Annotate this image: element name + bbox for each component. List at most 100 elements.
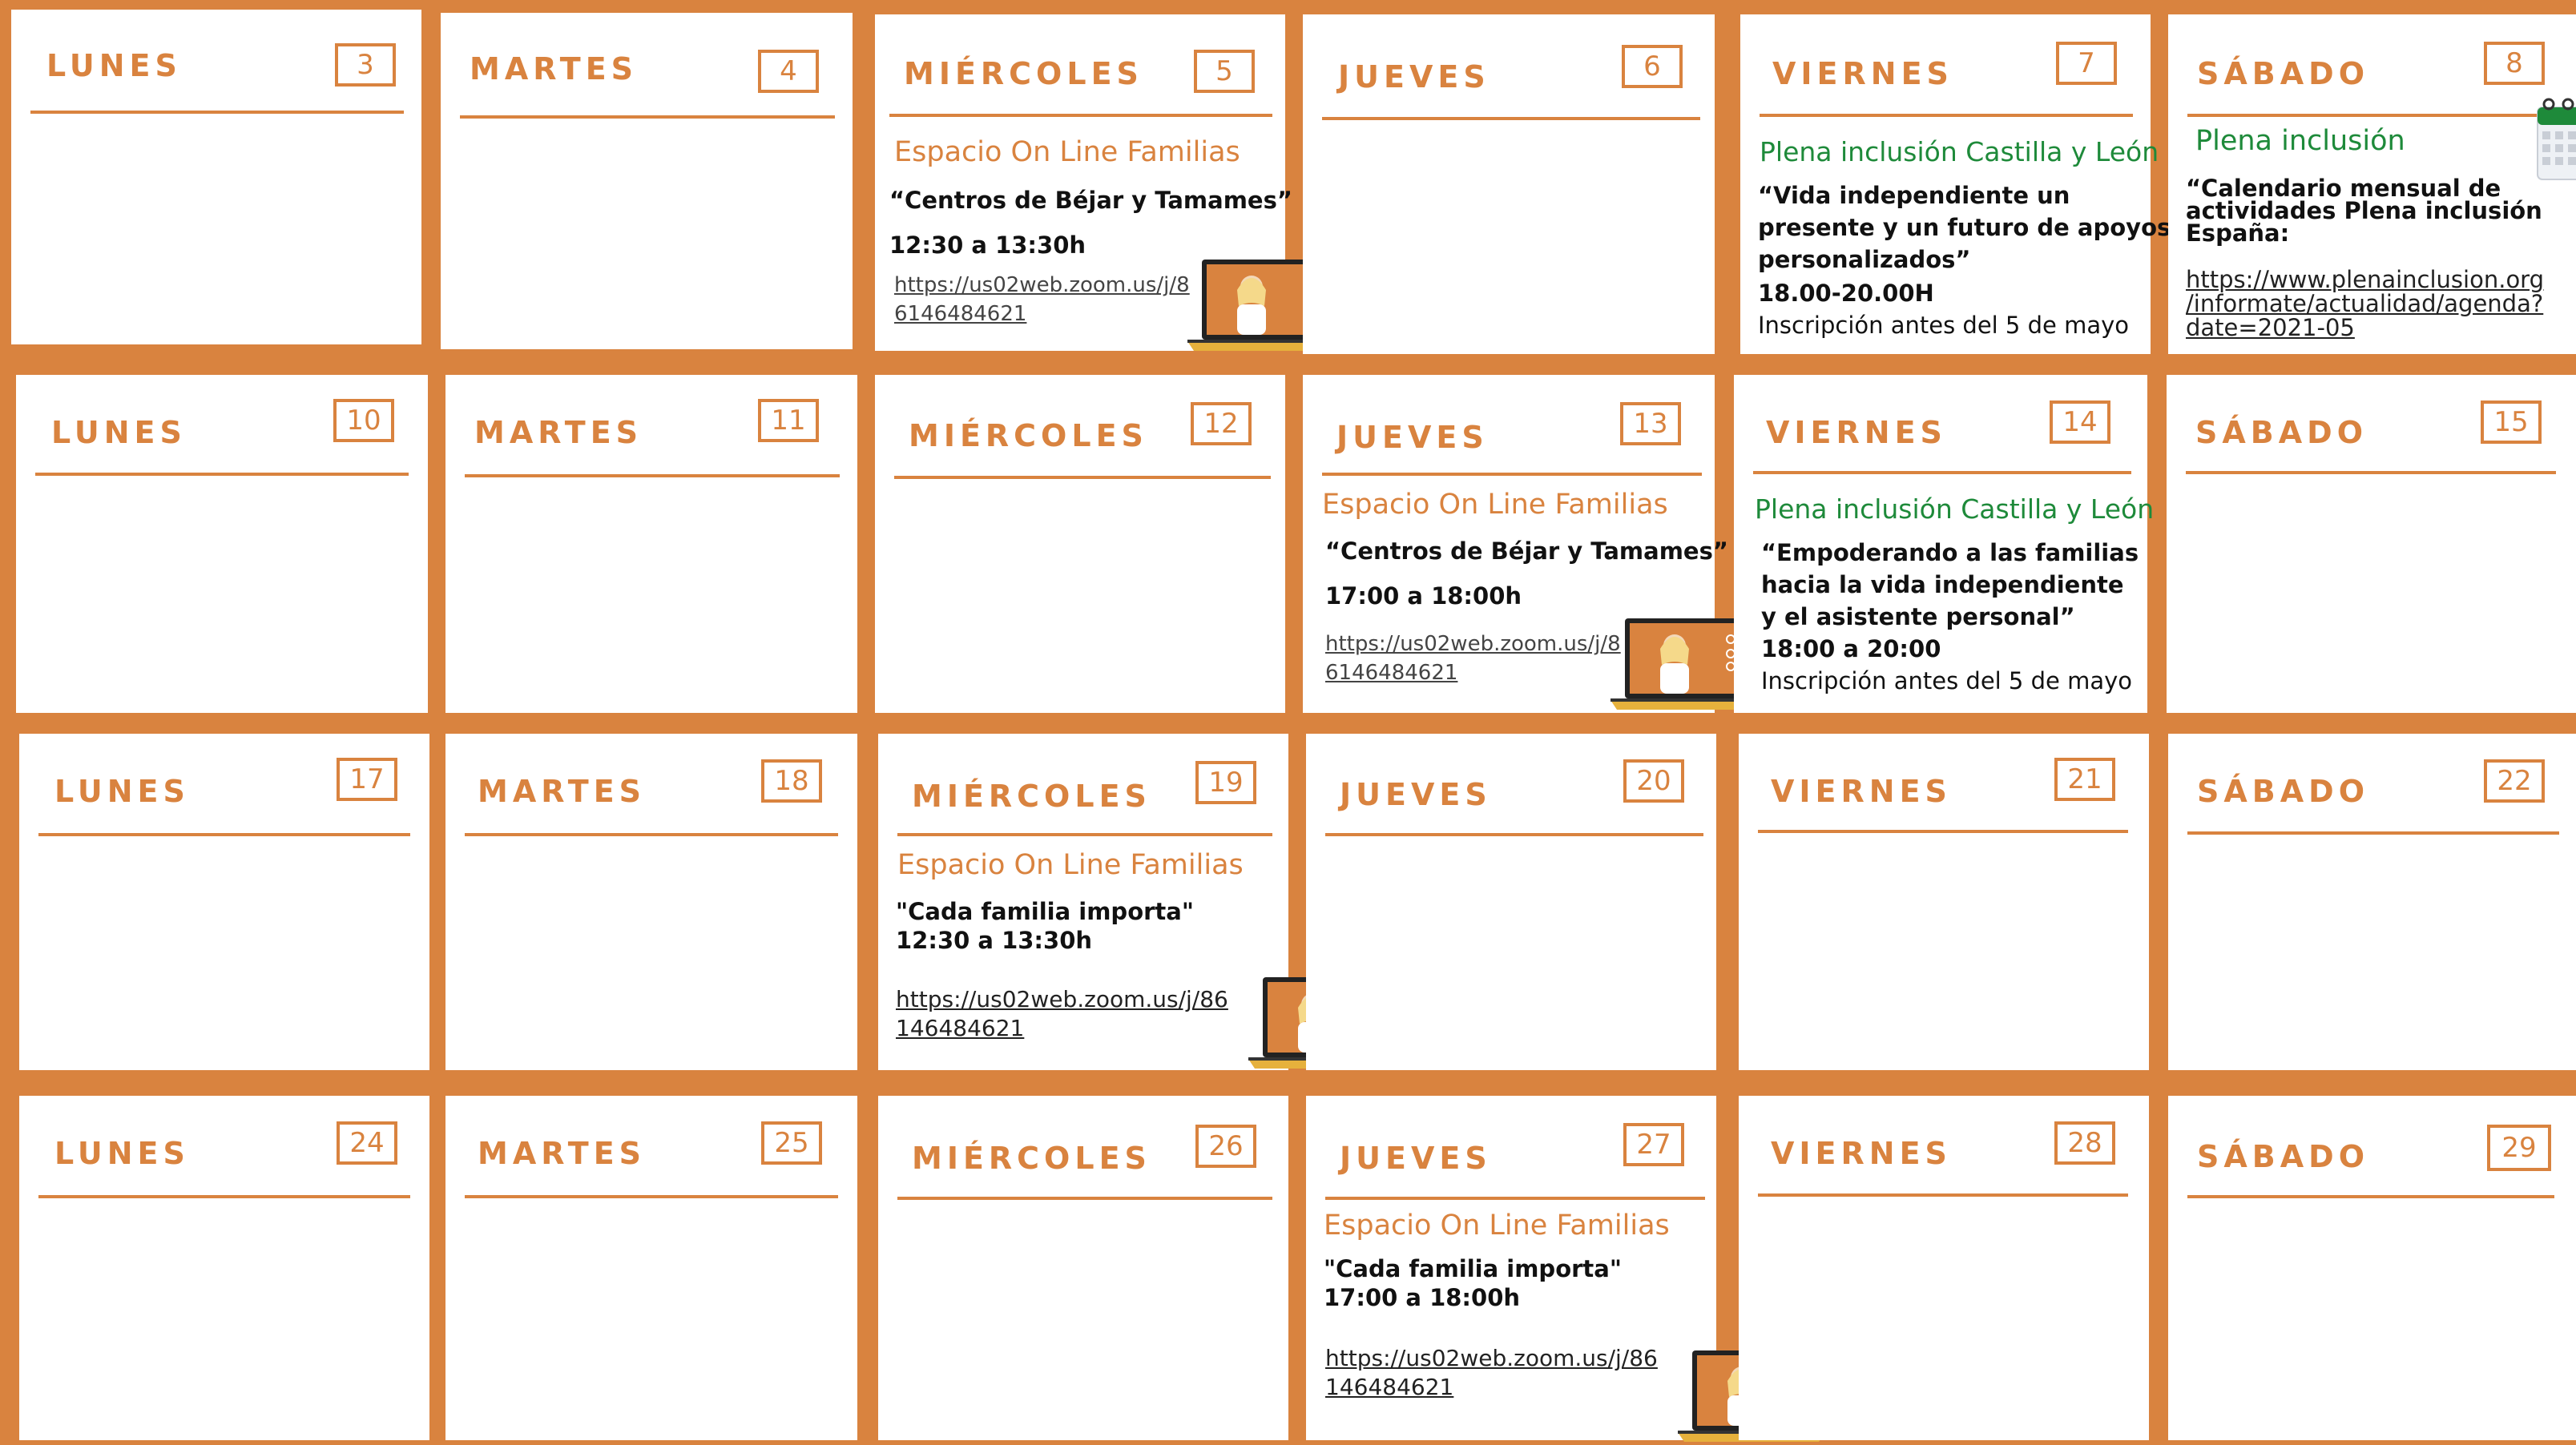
day-name: MIÉRCOLES: [909, 418, 1148, 453]
day-card-viernes-7: VIERNES 7 Plena inclusión Castilla y Leó…: [1740, 14, 2171, 354]
day-card-viernes-21: VIERNES 21: [1739, 734, 2149, 1070]
zoom-link[interactable]: https://us02web.zoom.us/j/86: [896, 985, 1228, 1014]
divider: [38, 833, 410, 836]
event-time: 17:00 a 18:00h: [1325, 582, 1522, 610]
day-card-sabado-29: SÁBADO 29: [2168, 1096, 2576, 1440]
day-card-jueves-20: JUEVES 20: [1306, 734, 1716, 1070]
divider: [465, 474, 840, 477]
day-number: 6: [1622, 45, 1683, 88]
divider: [460, 115, 835, 119]
event-time: 18.00-20.00H: [1758, 280, 1934, 307]
day-number: 20: [1623, 759, 1684, 803]
day-name: VIERNES: [1772, 56, 1953, 91]
day-card-miercoles-26: MIÉRCOLES 26: [878, 1096, 1288, 1440]
divider: [1322, 117, 1700, 120]
event-description: personalizados”: [1758, 246, 1971, 273]
event-title: Espacio On Line Familias: [897, 849, 1244, 881]
day-number: 17: [337, 758, 397, 801]
day-name: VIERNES: [1771, 1136, 1952, 1171]
event-description: hacia la vida independiente: [1761, 571, 2124, 598]
day-card-miercoles-5: MIÉRCOLES 5 Espacio On Line Familias “Ce…: [875, 14, 1335, 351]
day-number: 4: [758, 50, 819, 93]
day-name: SÁBADO: [2197, 774, 2369, 809]
day-number: 10: [333, 399, 394, 442]
event-description: presente y un futuro de apoyos: [1758, 214, 2171, 241]
divider: [2187, 114, 2556, 117]
day-card-martes-25: MARTES 25: [445, 1096, 857, 1440]
event-description: España:: [2186, 219, 2290, 247]
day-card-jueves-6: JUEVES 6: [1303, 14, 1715, 354]
zoom-link[interactable]: https://us02web.zoom.us/j/86: [1325, 1344, 1658, 1373]
day-name: MIÉRCOLES: [912, 1141, 1151, 1176]
divider: [1760, 114, 2133, 117]
day-number: 22: [2484, 759, 2545, 803]
event-title: Espacio On Line Familias: [1324, 1210, 1670, 1242]
day-name: SÁBADO: [2197, 56, 2369, 91]
divider: [897, 1197, 1272, 1200]
zoom-link-cont[interactable]: 6146484621: [894, 300, 1026, 328]
event-description: y el asistente personal”: [1761, 603, 2075, 630]
agenda-link-cont[interactable]: /informate/actualidad/agenda?: [2186, 292, 2543, 316]
day-card-viernes-28: VIERNES 28: [1739, 1096, 2149, 1440]
divider: [1322, 473, 1702, 476]
event-title: Plena inclusión: [2195, 125, 2405, 157]
divider: [30, 111, 404, 114]
agenda-link-cont[interactable]: date=2021-05: [2186, 316, 2355, 340]
divider: [889, 114, 1272, 117]
divider: [1758, 1193, 2128, 1197]
day-name: JUEVES: [1340, 777, 1492, 812]
event-time: 12:30 a 13:30h: [889, 231, 1086, 259]
day-name: LUNES: [46, 48, 182, 83]
divider: [1753, 471, 2131, 474]
divider: [2186, 471, 2556, 474]
day-number: 8: [2484, 42, 2545, 85]
zoom-link[interactable]: https://us02web.zoom.us/j/8: [894, 271, 1190, 300]
zoom-link-cont[interactable]: 6146484621: [1325, 658, 1457, 687]
day-card-martes-11: MARTES 11: [445, 375, 857, 713]
divider: [894, 476, 1271, 479]
divider: [2187, 831, 2559, 835]
divider: [1758, 830, 2128, 833]
divider: [1325, 1197, 1705, 1200]
day-number: 27: [1623, 1123, 1684, 1166]
day-number: 7: [2056, 42, 2117, 85]
day-number: 15: [2481, 400, 2542, 444]
day-number: 19: [1195, 761, 1256, 804]
day-number: 12: [1191, 402, 1252, 445]
day-number: 25: [761, 1121, 822, 1165]
day-name: JUEVES: [1336, 420, 1489, 455]
divider: [2187, 1195, 2554, 1198]
day-number: 18: [761, 759, 822, 803]
divider: [465, 833, 838, 836]
divider: [35, 473, 409, 476]
day-name: MARTES: [478, 774, 647, 809]
day-number: 24: [337, 1121, 397, 1165]
divider: [897, 833, 1272, 836]
event-time: 17:00 a 18:00h: [1324, 1284, 1521, 1311]
day-name: MARTES: [478, 1136, 647, 1171]
day-card-sabado-22: SÁBADO 22: [2168, 734, 2576, 1070]
zoom-link-cont[interactable]: 146484621: [1325, 1373, 1453, 1402]
event-description: "Cada familia importa": [1324, 1255, 1622, 1282]
day-card-miercoles-12: MIÉRCOLES 12: [875, 375, 1285, 713]
day-number: 13: [1620, 402, 1681, 445]
day-name: JUEVES: [1338, 59, 1490, 95]
day-name: LUNES: [51, 415, 187, 450]
event-title: Espacio On Line Familias: [894, 136, 1240, 168]
divider: [1325, 833, 1703, 836]
calendar-icon: [2537, 98, 2576, 180]
day-card-viernes-14: VIERNES 14 Plena inclusión Castilla y Le…: [1734, 375, 2154, 713]
day-number: 11: [758, 399, 819, 442]
event-title: Espacio On Line Familias: [1322, 489, 1668, 521]
day-card-martes-18: MARTES 18: [445, 734, 857, 1070]
zoom-link-cont[interactable]: 146484621: [896, 1014, 1024, 1043]
day-card-miercoles-19: MIÉRCOLES 19 Espacio On Line Familias "C…: [878, 734, 1396, 1070]
agenda-link[interactable]: https://www.plenainclusion.org: [2186, 268, 2544, 292]
day-name: VIERNES: [1766, 415, 1947, 450]
zoom-link[interactable]: https://us02web.zoom.us/j/8: [1325, 630, 1621, 658]
event-note: Inscripción antes del 5 de mayo: [1758, 312, 2129, 339]
day-name: SÁBADO: [2197, 1139, 2369, 1174]
day-number: 29: [2487, 1125, 2551, 1171]
day-card-lunes-17: LUNES 17: [19, 734, 429, 1070]
day-card-lunes-24: LUNES 24: [19, 1096, 429, 1440]
